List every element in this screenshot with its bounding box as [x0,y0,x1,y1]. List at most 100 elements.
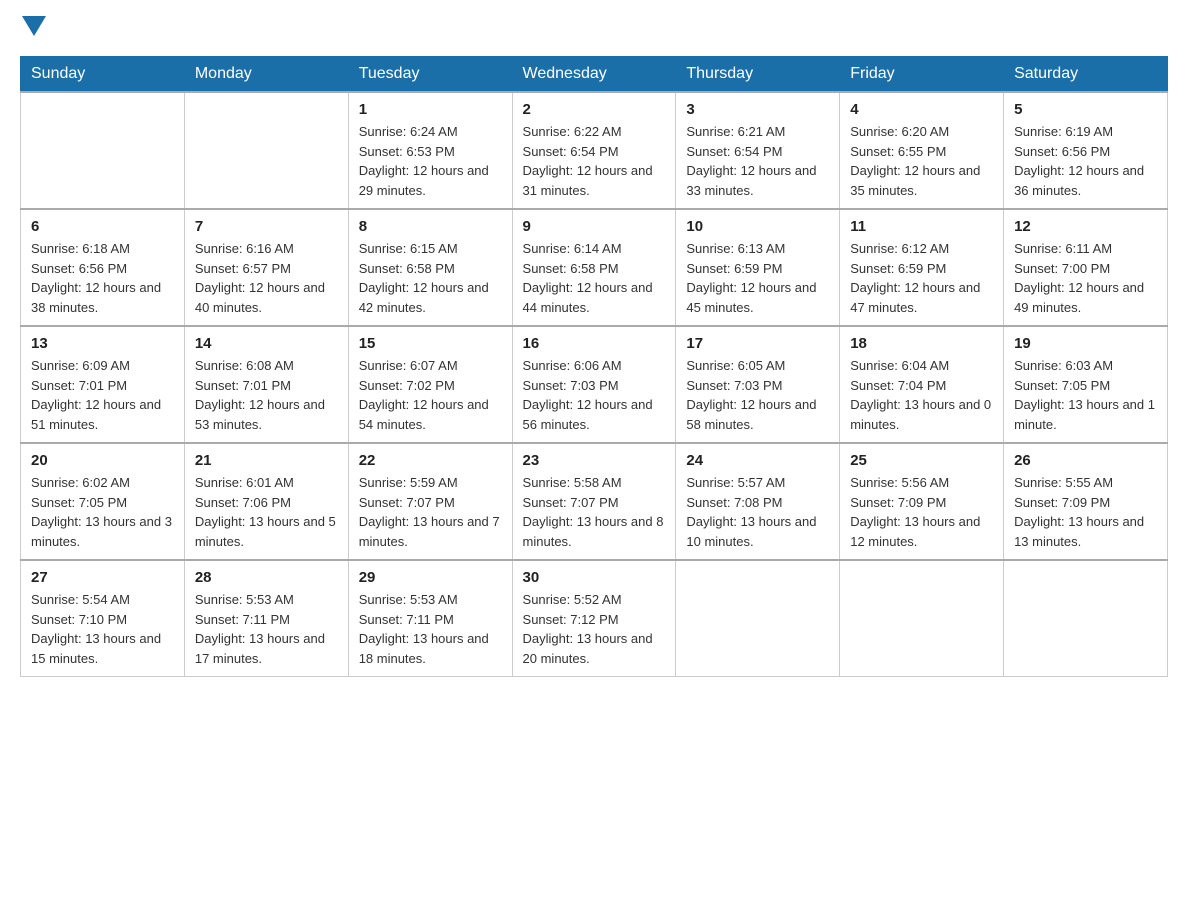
day-number: 7 [195,218,338,235]
page-header [20,20,1168,36]
calendar-cell: 11 Sunrise: 6:12 AMSunset: 6:59 PMDayligh… [840,209,1004,326]
day-number: 11 [850,218,993,235]
day-info: Sunrise: 6:15 AMSunset: 6:58 PMDaylight:… [359,239,502,317]
day-number: 17 [686,335,829,352]
day-info: Sunrise: 5:55 AMSunset: 7:09 PMDaylight:… [1014,473,1157,551]
calendar-cell: 27 Sunrise: 5:54 AMSunset: 7:10 PMDayligh… [21,560,185,677]
calendar-cell: 1Sunrise: 6:24 AMSunset: 6:53 PMDaylight… [348,92,512,209]
calendar-cell: 21 Sunrise: 6:01 AMSunset: 7:06 PMDayligh… [184,443,348,560]
calendar-cell: 5Sunrise: 6:19 AMSunset: 6:56 PMDaylight… [1004,92,1168,209]
day-number: 12 [1014,218,1157,235]
day-info: Sunrise: 6:19 AMSunset: 6:56 PMDaylight:… [1014,122,1157,200]
day-number: 22 [359,452,502,469]
week-row-1: 1Sunrise: 6:24 AMSunset: 6:53 PMDaylight… [21,92,1168,209]
day-info: Sunrise: 6:11 AMSunset: 7:00 PMDaylight:… [1014,239,1157,317]
calendar-cell: 17 Sunrise: 6:05 AMSunset: 7:03 PMDayligh… [676,326,840,443]
day-info: Sunrise: 6:05 AMSunset: 7:03 PMDaylight:… [686,356,829,434]
calendar-cell: 19Sunrise: 6:03 AMSunset: 7:05 PMDayligh… [1004,326,1168,443]
calendar-cell: 2 Sunrise: 6:22 AMSunset: 6:54 PMDaylight… [512,92,676,209]
calendar-cell: 28Sunrise: 5:53 AMSunset: 7:11 PMDayligh… [184,560,348,677]
logo [20,20,46,36]
day-info: Sunrise: 5:53 AMSunset: 7:11 PMDaylight:… [359,590,502,668]
day-info: Sunrise: 6:01 AMSunset: 7:06 PMDaylight:… [195,473,338,551]
calendar-cell: 29Sunrise: 5:53 AMSunset: 7:11 PMDayligh… [348,560,512,677]
day-number: 24 [686,452,829,469]
day-info: Sunrise: 6:04 AMSunset: 7:04 PMDaylight:… [850,356,993,434]
calendar-cell: 15 Sunrise: 6:07 AMSunset: 7:02 PMDayligh… [348,326,512,443]
day-info: Sunrise: 6:20 AMSunset: 6:55 PMDaylight:… [850,122,993,200]
calendar-cell: 14 Sunrise: 6:08 AMSunset: 7:01 PMDayligh… [184,326,348,443]
day-info: Sunrise: 5:54 AMSunset: 7:10 PMDaylight:… [31,590,174,668]
day-number: 19 [1014,335,1157,352]
day-info: Sunrise: 6:16 AMSunset: 6:57 PMDaylight:… [195,239,338,317]
day-number: 2 [523,101,666,118]
column-header-wednesday: Wednesday [512,57,676,93]
day-info: Sunrise: 5:58 AMSunset: 7:07 PMDaylight:… [523,473,666,551]
calendar-cell: 24 Sunrise: 5:57 AMSunset: 7:08 PMDayligh… [676,443,840,560]
calendar-cell: 13 Sunrise: 6:09 AMSunset: 7:01 PMDayligh… [21,326,185,443]
column-header-monday: Monday [184,57,348,93]
calendar-cell: 12 Sunrise: 6:11 AMSunset: 7:00 PMDayligh… [1004,209,1168,326]
day-number: 9 [523,218,666,235]
calendar-cell: 22 Sunrise: 5:59 AMSunset: 7:07 PMDayligh… [348,443,512,560]
day-number: 27 [31,569,174,586]
calendar-cell: 6 Sunrise: 6:18 AMSunset: 6:56 PMDaylight… [21,209,185,326]
calendar-table: SundayMondayTuesdayWednesdayThursdayFrid… [20,56,1168,677]
day-info: Sunrise: 6:09 AMSunset: 7:01 PMDaylight:… [31,356,174,434]
day-number: 18 [850,335,993,352]
day-number: 25 [850,452,993,469]
logo-area [20,20,46,36]
day-number: 10 [686,218,829,235]
calendar-cell: 16 Sunrise: 6:06 AMSunset: 7:03 PMDayligh… [512,326,676,443]
day-number: 26 [1014,452,1157,469]
day-info: Sunrise: 5:57 AMSunset: 7:08 PMDaylight:… [686,473,829,551]
day-number: 13 [31,335,174,352]
day-info: Sunrise: 6:12 AMSunset: 6:59 PMDaylight:… [850,239,993,317]
column-header-friday: Friday [840,57,1004,93]
calendar-cell: 20 Sunrise: 6:02 AMSunset: 7:05 PMDayligh… [21,443,185,560]
day-number: 3 [686,101,829,118]
day-number: 4 [850,101,993,118]
column-header-tuesday: Tuesday [348,57,512,93]
week-row-5: 27 Sunrise: 5:54 AMSunset: 7:10 PMDayligh… [21,560,1168,677]
day-info: Sunrise: 6:24 AMSunset: 6:53 PMDaylight:… [359,122,502,200]
day-info: Sunrise: 6:18 AMSunset: 6:56 PMDaylight:… [31,239,174,317]
week-row-3: 13 Sunrise: 6:09 AMSunset: 7:01 PMDayligh… [21,326,1168,443]
day-number: 30 [523,569,666,586]
day-number: 15 [359,335,502,352]
calendar-cell [676,560,840,677]
calendar-cell: 18 Sunrise: 6:04 AMSunset: 7:04 PMDayligh… [840,326,1004,443]
day-info: Sunrise: 6:07 AMSunset: 7:02 PMDaylight:… [359,356,502,434]
calendar-cell: 7 Sunrise: 6:16 AMSunset: 6:57 PMDaylight… [184,209,348,326]
day-number: 21 [195,452,338,469]
calendar-cell: 23 Sunrise: 5:58 AMSunset: 7:07 PMDayligh… [512,443,676,560]
calendar-cell [1004,560,1168,677]
column-header-sunday: Sunday [21,57,185,93]
column-header-saturday: Saturday [1004,57,1168,93]
day-number: 14 [195,335,338,352]
day-info: Sunrise: 6:02 AMSunset: 7:05 PMDaylight:… [31,473,174,551]
day-info: Sunrise: 6:06 AMSunset: 7:03 PMDaylight:… [523,356,666,434]
day-info: Sunrise: 5:59 AMSunset: 7:07 PMDaylight:… [359,473,502,551]
day-number: 6 [31,218,174,235]
day-info: Sunrise: 6:22 AMSunset: 6:54 PMDaylight:… [523,122,666,200]
week-row-2: 6 Sunrise: 6:18 AMSunset: 6:56 PMDaylight… [21,209,1168,326]
day-number: 8 [359,218,502,235]
calendar-cell [184,92,348,209]
week-row-4: 20 Sunrise: 6:02 AMSunset: 7:05 PMDayligh… [21,443,1168,560]
calendar-cell: 8 Sunrise: 6:15 AMSunset: 6:58 PMDaylight… [348,209,512,326]
day-info: Sunrise: 5:52 AMSunset: 7:12 PMDaylight:… [523,590,666,668]
column-header-thursday: Thursday [676,57,840,93]
calendar-cell: 4 Sunrise: 6:20 AMSunset: 6:55 PMDaylight… [840,92,1004,209]
calendar-cell: 25Sunrise: 5:56 AMSunset: 7:09 PMDayligh… [840,443,1004,560]
day-info: Sunrise: 6:08 AMSunset: 7:01 PMDaylight:… [195,356,338,434]
calendar-header-row: SundayMondayTuesdayWednesdayThursdayFrid… [21,57,1168,93]
day-number: 16 [523,335,666,352]
logo-triangle-icon [22,16,46,36]
day-number: 20 [31,452,174,469]
day-number: 28 [195,569,338,586]
calendar-cell: 30 Sunrise: 5:52 AMSunset: 7:12 PMDayligh… [512,560,676,677]
day-info: Sunrise: 6:13 AMSunset: 6:59 PMDaylight:… [686,239,829,317]
day-number: 23 [523,452,666,469]
calendar-cell [21,92,185,209]
